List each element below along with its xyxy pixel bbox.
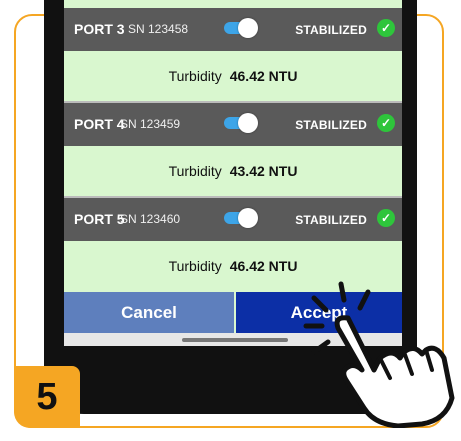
status-label: STABILIZED xyxy=(295,213,367,227)
port-4-body: Turbidity 43.42 NTU xyxy=(64,146,402,196)
step-number-badge: 5 xyxy=(14,366,80,428)
port-5-toggle[interactable] xyxy=(222,208,258,228)
port-3-toggle[interactable] xyxy=(222,18,258,38)
port-name: PORT 5 xyxy=(74,211,125,227)
port-5-header: PORT 5 SN 123460 STABILIZED ✓ xyxy=(64,198,402,241)
port-4-header: PORT 4 SN 123459 STABILIZED ✓ xyxy=(64,103,402,146)
port-name: PORT 3 xyxy=(74,21,125,37)
reading-label: Turbidity xyxy=(168,68,222,84)
check-icon: ✓ xyxy=(377,19,395,37)
check-icon: ✓ xyxy=(377,114,395,132)
reading-value: 43.42 NTU xyxy=(229,163,298,179)
port-serial: SN 123458 xyxy=(128,22,189,36)
reading-value: 46.42 NTU xyxy=(229,258,298,274)
check-icon: ✓ xyxy=(377,209,395,227)
status-label: STABILIZED xyxy=(295,23,367,37)
cancel-button[interactable]: Cancel xyxy=(64,292,234,333)
status-label: STABILIZED xyxy=(295,118,367,132)
reading-label: Turbidity xyxy=(168,163,222,179)
port-serial: SN 123460 xyxy=(120,212,181,226)
reading-label: Turbidity xyxy=(168,258,222,274)
port-3-header: PORT 3 SN 123458 STABILIZED ✓ xyxy=(64,8,402,51)
toggle-knob xyxy=(238,18,258,38)
port-4-reading: Turbidity 43.42 NTU xyxy=(64,146,402,196)
port-name: PORT 4 xyxy=(74,116,125,132)
tap-hand-icon xyxy=(303,281,455,428)
port-serial: SN 123459 xyxy=(120,117,181,131)
home-indicator[interactable] xyxy=(182,338,288,342)
port-3-reading: Turbidity 46.42 NTU xyxy=(64,51,402,101)
toggle-knob xyxy=(238,208,258,228)
reading-value: 46.42 NTU xyxy=(229,68,298,84)
toggle-knob xyxy=(238,113,258,133)
port-4-toggle[interactable] xyxy=(222,113,258,133)
port-3-body: Turbidity 46.42 NTU xyxy=(64,51,402,101)
